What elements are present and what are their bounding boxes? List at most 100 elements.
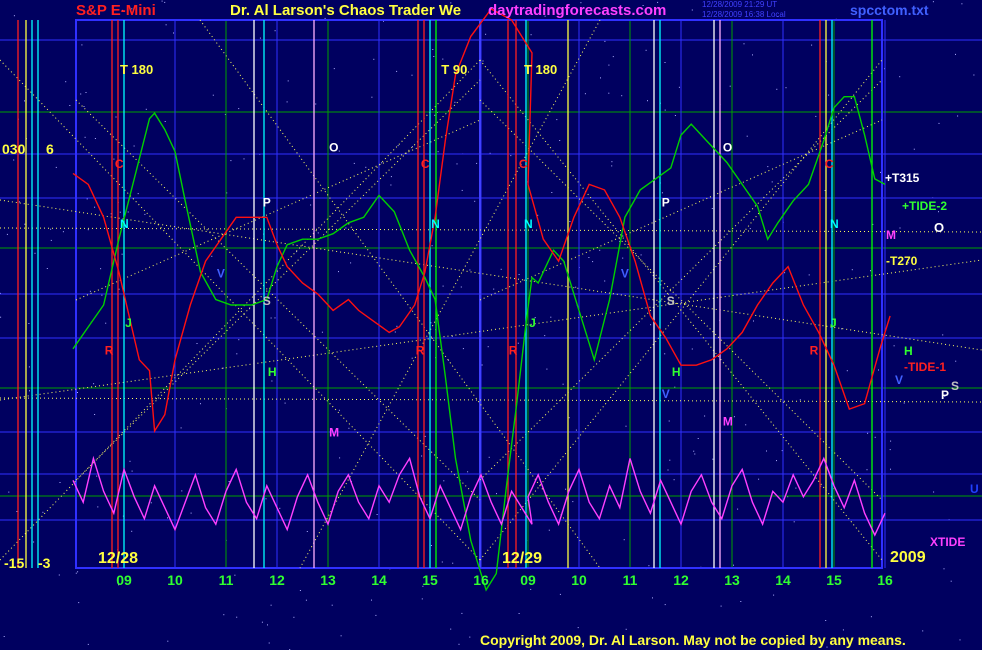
star-dot [50, 228, 52, 230]
star-dot [127, 211, 129, 213]
star-dot [669, 459, 671, 461]
star-dot [69, 105, 71, 106]
star-dot [584, 93, 586, 95]
hour-marker-label: T 90 [441, 62, 467, 77]
star-dot [922, 630, 924, 632]
series-line [72, 8, 891, 434]
star-dot [279, 507, 281, 509]
star-dot [733, 564, 734, 566]
star-dot [396, 325, 398, 327]
star-dot [691, 9, 693, 11]
star-dot [530, 34, 532, 36]
star-dot [267, 624, 268, 626]
star-dot [485, 33, 487, 35]
star-dot [305, 599, 307, 601]
star-dot [903, 402, 905, 404]
star-dot [469, 269, 471, 271]
star-dot [530, 588, 532, 590]
star-dot [661, 192, 663, 194]
star-dot [133, 145, 135, 147]
star-dot [776, 88, 778, 90]
x-tick-label: 13 [724, 572, 740, 588]
star-dot [94, 414, 96, 415]
star-dot [433, 56, 435, 57]
label-h: H [904, 344, 913, 358]
dotted-projection-line [75, 99, 481, 501]
planet-marker-n: N [524, 217, 533, 231]
star-dot [460, 286, 462, 288]
dotted-projection-line [0, 259, 982, 401]
star-dot [942, 334, 944, 336]
star-dot [373, 58, 375, 60]
star-dot [599, 249, 601, 251]
star-dot [874, 436, 876, 438]
star-dot [59, 482, 61, 483]
left-label-minus3: -3 [38, 555, 51, 571]
star-dot [442, 285, 444, 287]
star-dot [381, 162, 383, 164]
planet-marker-v: V [662, 387, 670, 401]
site-name: daytradingforecasts.com [488, 2, 667, 19]
star-dot [310, 204, 312, 206]
x-tick-label: 16 [877, 572, 893, 588]
star-dot [190, 512, 192, 514]
star-dot [83, 106, 85, 107]
star-dot [394, 331, 396, 333]
star-dot [118, 288, 120, 290]
star-dot [78, 602, 80, 604]
planet-marker-o: O [329, 141, 338, 155]
star-dot [678, 86, 680, 88]
star-dot [933, 491, 935, 493]
star-dot [348, 427, 350, 429]
planet-marker-c: C [421, 157, 430, 171]
star-dot [331, 604, 333, 606]
star-dot [611, 165, 613, 167]
star-dot [443, 480, 445, 482]
star-dot [236, 353, 238, 355]
star-dot [899, 227, 901, 229]
planet-marker-m: M [723, 415, 733, 429]
star-dot [961, 3, 963, 5]
star-dot [24, 223, 26, 225]
star-dot [745, 424, 747, 426]
star-dot [518, 274, 520, 275]
star-dot [799, 399, 801, 401]
star-dot [77, 392, 78, 393]
star-dot [274, 30, 276, 32]
star-dot [867, 432, 869, 434]
star-dot [131, 530, 133, 532]
star-dot [711, 208, 713, 209]
star-dot [645, 49, 647, 51]
star-dot [674, 115, 676, 116]
star-dot [16, 511, 18, 512]
star-dot [562, 383, 564, 385]
star-dot [469, 636, 471, 638]
star-dot [592, 261, 594, 263]
star-dot [572, 501, 574, 503]
star-dot [673, 479, 675, 481]
star-dot [167, 517, 168, 519]
label-tide2: +TIDE-2 [902, 199, 948, 213]
star-dot [345, 227, 347, 229]
star-dot [932, 1, 934, 3]
star-dot [569, 221, 571, 222]
planet-marker-r: R [416, 343, 425, 357]
label-t270: -T270 [886, 254, 918, 268]
star-dot [454, 101, 456, 103]
star-dot [825, 620, 827, 621]
star-dot [196, 343, 198, 344]
label-t315: +T315 [885, 171, 920, 185]
star-dot [551, 192, 553, 193]
star-dot [150, 502, 152, 504]
left-label-6: 6 [46, 141, 54, 157]
star-dot [371, 599, 372, 601]
planet-marker-c: C [519, 157, 528, 171]
star-dot [338, 271, 339, 273]
star-dot [938, 122, 940, 124]
star-dot [544, 335, 546, 337]
star-dot [212, 94, 214, 96]
star-dot [84, 136, 86, 138]
x-tick-label: 12 [269, 572, 285, 588]
star-dot [350, 262, 352, 264]
star-dot [411, 146, 413, 148]
